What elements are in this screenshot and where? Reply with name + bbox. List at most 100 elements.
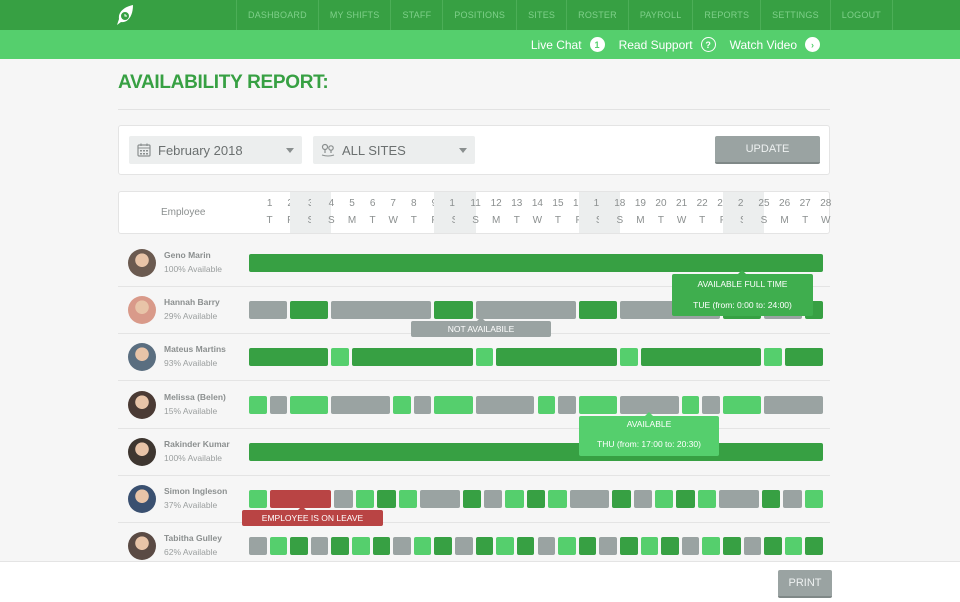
availability-segment-available-partial[interactable] [702, 537, 720, 556]
availability-segment-not-available[interactable] [249, 301, 288, 320]
availability-segment-not-available[interactable] [783, 490, 802, 508]
availability-segment-not-available[interactable] [681, 537, 700, 556]
avatar[interactable] [128, 437, 156, 466]
availability-segment-available-partial[interactable] [764, 348, 782, 367]
availability-segment-not-available[interactable] [633, 490, 653, 508]
availability-segment-available-full[interactable] [516, 537, 535, 556]
availability-segment-available-full[interactable] [761, 490, 781, 508]
availability-segment-available-partial[interactable] [352, 537, 370, 556]
employee-name[interactable]: Mateus Martins [164, 344, 226, 354]
availability-segment-not-available[interactable] [310, 537, 329, 556]
availability-segment-available-partial[interactable] [697, 490, 717, 508]
availability-segment-available-full[interactable] [764, 537, 782, 556]
availability-segment-available-full[interactable] [722, 537, 741, 556]
availability-segment-available-partial[interactable] [355, 490, 375, 508]
availability-segment-not-available[interactable] [537, 537, 556, 556]
availability-segment-available-partial[interactable] [505, 490, 524, 508]
update-button[interactable]: UPDATE [715, 136, 820, 164]
employee-name[interactable]: Melissa (Belen) [164, 392, 226, 402]
availability-segment-available-partial[interactable] [434, 395, 473, 414]
availability-segment-available-partial[interactable] [537, 395, 556, 414]
availability-segment-available-full[interactable] [676, 490, 695, 508]
read-support-link[interactable]: Read Support [619, 38, 693, 52]
employee-name[interactable]: Rakinder Kumar [164, 439, 230, 449]
avatar[interactable] [128, 296, 156, 325]
nav-item-logout[interactable]: LOGOUT [829, 0, 893, 30]
nav-item-staff[interactable]: STAFF [390, 0, 442, 30]
month-select[interactable]: February 2018 [129, 136, 302, 164]
nav-item-settings[interactable]: SETTINGS [760, 0, 830, 30]
availability-segment-available-partial[interactable] [398, 490, 417, 508]
availability-segment-available-full[interactable] [434, 537, 453, 556]
availability-segment-available-partial[interactable] [640, 537, 659, 556]
availability-segment-not-available[interactable] [413, 395, 432, 414]
availability-segment-available-full[interactable] [496, 348, 617, 367]
leaf-clock-logo-icon[interactable] [116, 4, 136, 26]
availability-segment-available-partial[interactable] [784, 537, 803, 556]
question-icon[interactable]: ? [700, 37, 716, 52]
availability-segment-not-available[interactable] [719, 490, 759, 508]
availability-segment-not-available[interactable] [743, 537, 762, 556]
availability-segment-available-partial[interactable] [578, 395, 617, 414]
avatar[interactable] [128, 249, 156, 277]
availability-segment-not-available[interactable] [475, 395, 535, 414]
availability-segment-not-available[interactable] [419, 490, 460, 508]
nav-item-my-shifts[interactable]: MY SHIFTS [317, 0, 391, 30]
nav-item-positions[interactable]: POSITIONS [442, 0, 516, 30]
availability-segment-not-available[interactable] [764, 395, 823, 414]
availability-segment-available-full[interactable] [377, 490, 396, 508]
print-button[interactable]: PRINT [778, 570, 832, 598]
availability-segment-available-partial[interactable] [681, 395, 700, 414]
availability-segment-available-full[interactable] [462, 490, 482, 508]
availability-segment-available-full[interactable] [434, 301, 473, 320]
availability-segment-available-partial[interactable] [558, 537, 576, 556]
avatar[interactable] [128, 532, 156, 561]
availability-segment-not-available[interactable] [569, 490, 610, 508]
availability-segment-available-partial[interactable] [249, 395, 267, 414]
availability-segment-not-available[interactable] [331, 395, 391, 414]
availability-segment-not-available[interactable] [393, 537, 411, 556]
availability-segment-not-available[interactable] [599, 537, 617, 556]
site-select[interactable]: ALL SITES [313, 136, 475, 164]
availability-segment-available-partial[interactable] [269, 537, 288, 556]
nav-item-roster[interactable]: ROSTER [566, 0, 628, 30]
avatar[interactable] [128, 343, 156, 372]
availability-segment-available-partial[interactable] [290, 395, 329, 414]
chat-bubble-icon[interactable]: 1 [589, 37, 605, 52]
availability-segment-available-full[interactable] [640, 348, 762, 367]
availability-segment-not-available[interactable] [455, 537, 473, 556]
availability-segment-available-partial[interactable] [413, 537, 432, 556]
availability-segment-available-full[interactable] [805, 537, 823, 556]
employee-name[interactable]: Simon Ingleson [164, 486, 227, 496]
employee-name[interactable]: Geno Marin [164, 250, 211, 260]
nav-item-sites[interactable]: SITES [516, 0, 566, 30]
availability-segment-not-available[interactable] [702, 395, 720, 414]
availability-segment-available-full[interactable] [352, 348, 473, 367]
availability-segment-not-available[interactable] [334, 490, 353, 508]
availability-segment-not-available[interactable] [484, 490, 503, 508]
availability-segment-available-partial[interactable] [722, 395, 762, 414]
availability-segment-available-full[interactable] [661, 537, 679, 556]
availability-segment-available-full[interactable] [331, 537, 350, 556]
availability-segment-not-available[interactable] [619, 395, 679, 414]
nav-item-dashboard[interactable]: DASHBOARD [236, 0, 318, 30]
availability-segment-not-available[interactable] [249, 537, 267, 556]
availability-segment-available-full[interactable] [578, 537, 597, 556]
availability-segment-available-full[interactable] [612, 490, 631, 508]
employee-name[interactable]: Tabitha Gulley [164, 533, 222, 543]
availability-segment-available-full[interactable] [290, 537, 308, 556]
availability-segment-available-partial[interactable] [393, 395, 411, 414]
availability-segment-available-full[interactable] [290, 301, 329, 320]
availability-segment-available-partial[interactable] [496, 537, 514, 556]
watch-video-link[interactable]: Watch Video [730, 38, 797, 52]
availability-segment-available-full[interactable] [578, 301, 617, 320]
availability-segment-available-partial[interactable] [619, 348, 638, 367]
availability-segment-available-full[interactable] [249, 254, 823, 272]
availability-segment-available-full[interactable] [619, 537, 638, 556]
availability-segment-available-full[interactable] [372, 537, 391, 556]
availability-segment-available-full[interactable] [475, 537, 494, 556]
chevron-right-circle-icon[interactable]: › [805, 37, 820, 52]
availability-segment-available-partial[interactable] [804, 490, 823, 508]
avatar[interactable] [128, 390, 156, 419]
availability-segment-not-available[interactable] [331, 301, 432, 320]
